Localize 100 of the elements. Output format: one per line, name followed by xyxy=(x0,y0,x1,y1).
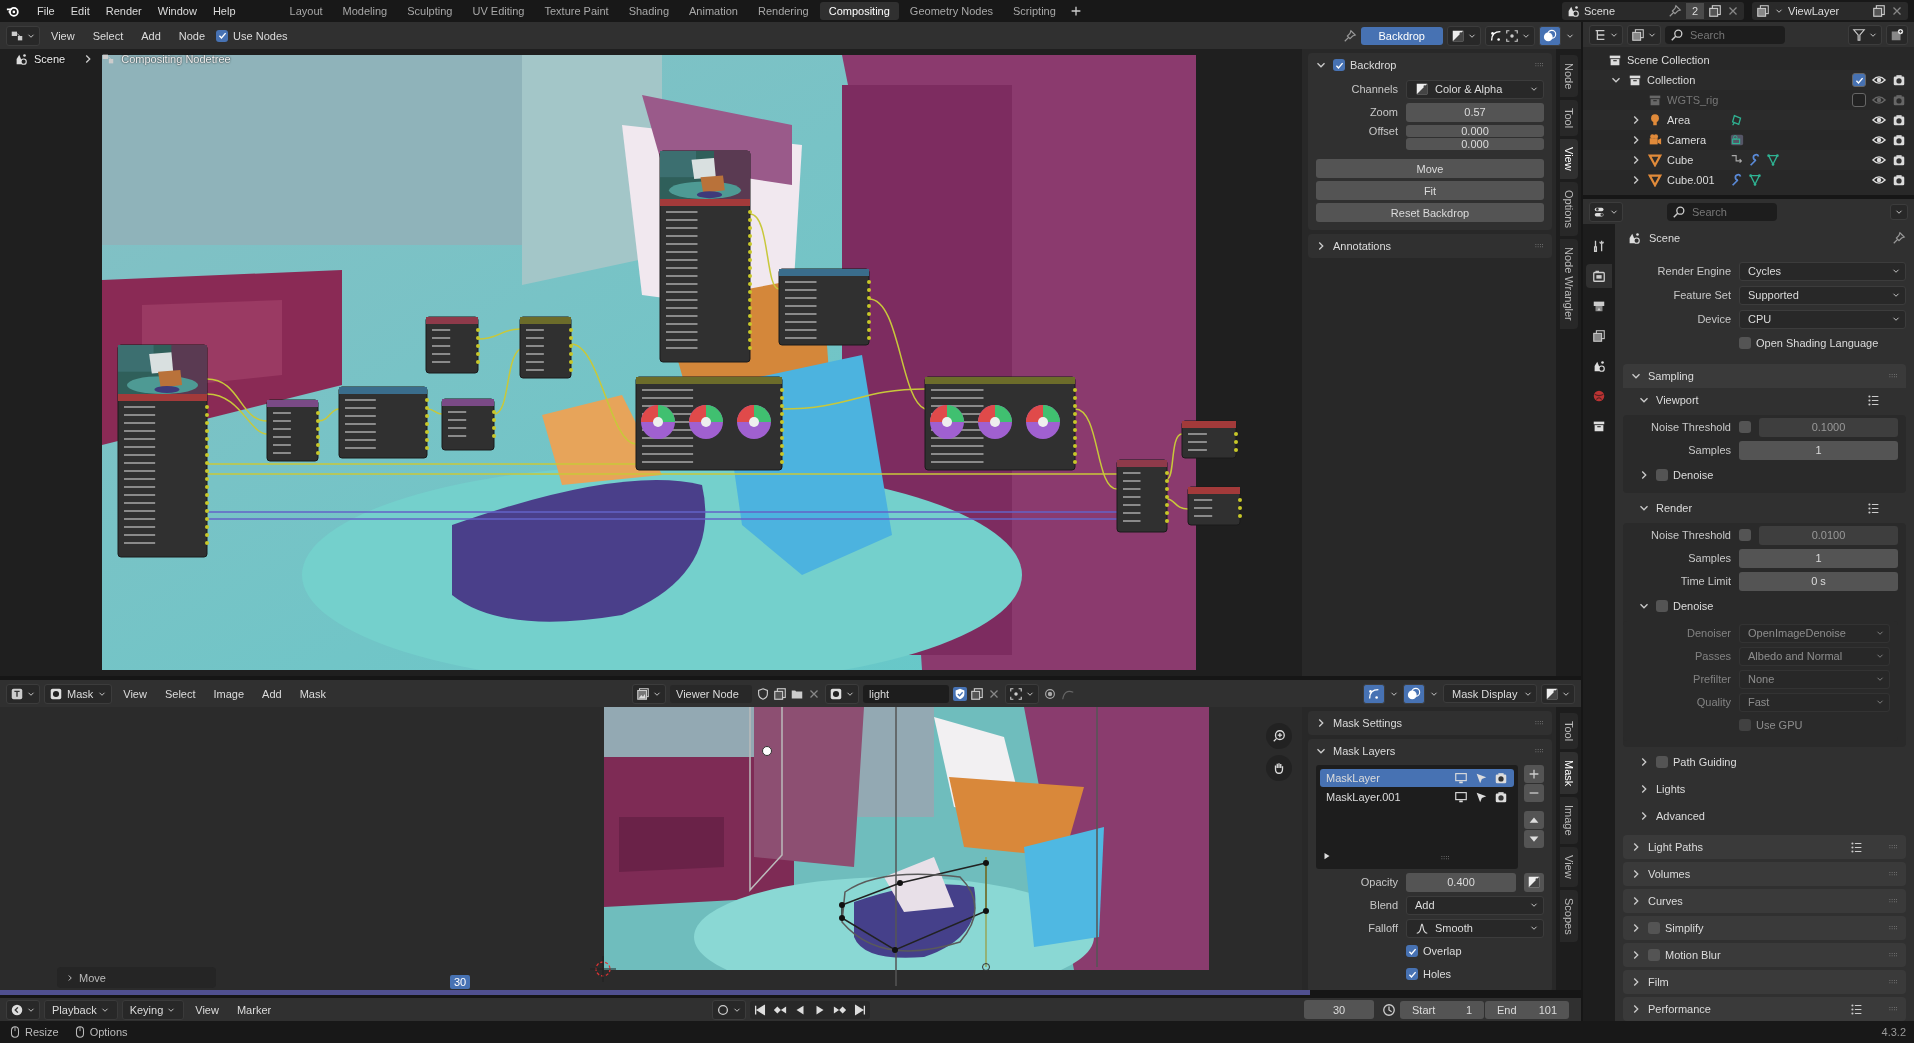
checkbox[interactable] xyxy=(1739,337,1751,349)
workspace-tab[interactable]: Shading xyxy=(619,2,679,20)
backdrop-toggle-button[interactable]: Backdrop xyxy=(1360,26,1443,45)
outliner-item[interactable]: Cube.001 xyxy=(1583,170,1914,190)
menu-item[interactable]: Keying xyxy=(121,999,185,1020)
workspace-tab[interactable]: Texture Paint xyxy=(535,2,618,20)
subpanel-header[interactable]: Denoise xyxy=(1623,463,1898,487)
panel-header[interactable]: Film xyxy=(1623,970,1906,994)
checkbox[interactable] xyxy=(1406,945,1418,957)
number-field[interactable]: 0.1000 xyxy=(1759,417,1898,437)
dropdown[interactable]: CPU xyxy=(1739,309,1906,329)
panel-button[interactable]: Reset Backdrop xyxy=(1316,203,1544,222)
sidebar-tab[interactable]: Image xyxy=(1559,797,1578,845)
menu-item[interactable]: Select xyxy=(85,26,131,45)
workspace-tab[interactable]: Scripting xyxy=(1004,2,1065,20)
subpanel-header[interactable]: Advanced xyxy=(1623,804,1906,828)
number-field[interactable]: 0 s xyxy=(1739,571,1898,591)
new-collection-button[interactable] xyxy=(1886,24,1908,45)
properties-tab[interactable] xyxy=(1586,264,1612,288)
number-field[interactable]: 0.400 xyxy=(1406,872,1516,892)
search-box[interactable]: Search xyxy=(1667,202,1777,221)
subpanel-header[interactable]: Denoise xyxy=(1623,594,1898,618)
checkbox[interactable] xyxy=(1648,949,1660,961)
checkbox[interactable] xyxy=(1656,469,1668,481)
last-operator-panel[interactable]: Move xyxy=(57,967,216,988)
panel-header[interactable]: Curves xyxy=(1623,889,1906,913)
sidebar-tab[interactable]: Scopes xyxy=(1559,889,1578,943)
number-field[interactable]: 1 xyxy=(1739,440,1898,460)
editor-type-button[interactable] xyxy=(1589,24,1623,45)
current-frame-marker[interactable]: 30 xyxy=(450,975,471,989)
number-field[interactable]: 1 xyxy=(1739,548,1898,568)
mask-name-field[interactable]: light xyxy=(863,684,949,703)
dropdown[interactable]: Color & Alpha xyxy=(1406,79,1544,99)
sidebar-tab[interactable]: Mask xyxy=(1559,752,1578,795)
auto-keying-button[interactable] xyxy=(712,999,747,1020)
end-frame-field[interactable]: End 101 xyxy=(1485,1000,1569,1019)
number-field[interactable]: 0.0100 xyxy=(1759,525,1898,545)
outliner-item[interactable]: Scene Collection xyxy=(1583,50,1914,70)
panel-header[interactable]: Backdrop xyxy=(1308,53,1552,77)
menu-item[interactable]: View xyxy=(116,684,154,703)
sidebar-tab[interactable]: Node Wrangler xyxy=(1559,239,1578,329)
sidebar-tab[interactable]: Options xyxy=(1559,182,1578,237)
checkbox[interactable] xyxy=(1656,756,1668,768)
number-field[interactable]: 0.000 xyxy=(1406,138,1544,150)
remove-layer-button[interactable] xyxy=(1524,784,1544,802)
checkbox[interactable] xyxy=(1333,59,1345,71)
search-box[interactable]: Search xyxy=(1665,25,1785,44)
search-field[interactable]: Search xyxy=(1690,204,1774,219)
panel-header[interactable]: Volumes xyxy=(1623,862,1906,886)
panel-header[interactable]: Mask Layers xyxy=(1308,739,1552,763)
panel-header[interactable]: Performance xyxy=(1623,997,1906,1021)
subpanel-header[interactable]: Lights xyxy=(1623,777,1906,801)
move-up-button[interactable] xyxy=(1524,811,1544,829)
checkbox[interactable] xyxy=(216,29,229,42)
image-name-field[interactable]: Viewer Node xyxy=(670,684,752,703)
number-field[interactable]: 0.57 xyxy=(1406,102,1544,122)
menu-item[interactable]: Window xyxy=(150,2,204,20)
menu-item[interactable]: Mask xyxy=(292,684,333,703)
menu-item[interactable]: Select xyxy=(157,684,203,703)
menu-item[interactable]: Playback xyxy=(44,999,118,1020)
menu-item[interactable]: Marker xyxy=(229,1000,279,1019)
sidebar-tab[interactable]: Tool xyxy=(1559,713,1578,750)
mode-dropdown[interactable]: Mask xyxy=(44,683,113,704)
channels-button[interactable] xyxy=(1447,25,1481,46)
menu-item[interactable]: Edit xyxy=(63,2,97,20)
snap-button[interactable] xyxy=(1363,683,1385,704)
view-layer-selector[interactable]: ViewLayer xyxy=(1752,2,1908,20)
start-frame-field[interactable]: Start 1 xyxy=(1400,1000,1484,1019)
display-mode-button[interactable] xyxy=(1627,24,1661,45)
dropdown[interactable]: Supported xyxy=(1739,285,1906,305)
search-field[interactable]: Search xyxy=(1688,27,1772,42)
editor-type-button[interactable] xyxy=(6,683,40,704)
workspace-tab[interactable]: Sculpting xyxy=(398,2,462,20)
workspace-tab[interactable]: UV Editing xyxy=(463,2,534,20)
panel-button[interactable]: Fit xyxy=(1316,181,1544,200)
workspace-tab[interactable]: Geometry Nodes xyxy=(900,2,1002,20)
editor-type-button[interactable] xyxy=(6,25,40,46)
zoom-button[interactable] xyxy=(1266,723,1292,749)
checkbox[interactable] xyxy=(1852,93,1866,107)
panel-header[interactable]: Simplify xyxy=(1623,916,1906,940)
workspace-tab[interactable]: Modeling xyxy=(333,2,397,20)
panel-header[interactable]: Mask Settings xyxy=(1308,711,1552,735)
panel-header[interactable]: Sampling xyxy=(1623,364,1906,388)
panel-header[interactable]: Annotations xyxy=(1308,234,1552,258)
overlays-button[interactable] xyxy=(1539,25,1561,46)
menu-item[interactable]: Help xyxy=(205,2,243,20)
checkbox[interactable] xyxy=(1648,922,1660,934)
menu-item[interactable]: Add xyxy=(134,26,168,45)
sidebar-tab[interactable]: View xyxy=(1559,139,1578,180)
image-browse-button[interactable] xyxy=(632,683,666,704)
editor-type-button[interactable] xyxy=(1589,201,1623,222)
menu-item[interactable]: View xyxy=(188,1000,226,1019)
sidebar-tab[interactable]: Node xyxy=(1559,55,1578,98)
workspace-tab[interactable]: Layout xyxy=(280,2,332,20)
subpanel-header[interactable]: Render xyxy=(1623,496,1906,520)
subpanel-header[interactable]: Viewport xyxy=(1623,388,1906,412)
panel-header[interactable]: Light Paths xyxy=(1623,835,1906,859)
subpanel-header[interactable]: Path Guiding xyxy=(1623,750,1906,774)
checkbox[interactable] xyxy=(1406,968,1418,980)
filter-button[interactable] xyxy=(1848,24,1882,45)
